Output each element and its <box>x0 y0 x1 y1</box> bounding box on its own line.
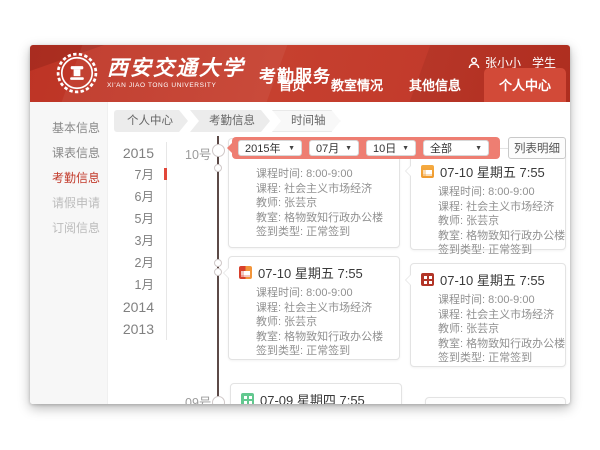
month-select-value: 07月 <box>316 140 339 156</box>
attendance-card-4: 07-10 星期五 7:55 课程时间: 8:00-9:00 课程: 社会主义市… <box>410 263 566 367</box>
card-row-course-time: 课程时间: 8:00-9:00 <box>256 167 391 182</box>
attendance-app-window: 西安交通大学 XI'AN JIAO TONG UNIVERSITY 考勤服务 张… <box>30 45 570 404</box>
card-row-course: 课程: 社会主义市场经济 <box>438 308 557 323</box>
breadcrumb: 个人中心 考勤信息 时间轴 <box>114 110 343 132</box>
card-row-teacher: 教师: 张芸京 <box>256 315 391 330</box>
person-icon <box>468 57 480 69</box>
timeline-node <box>212 396 225 404</box>
day-select[interactable]: 10日 ▼ <box>366 140 416 156</box>
card-body: 课程时间: 8:00-9:00 课程: 社会主义市场经济 教师: 张芸京 教室:… <box>411 183 565 265</box>
card-body: 课程时间: 8:00-9:00 课程: 社会主义市场经济 教师: 张芸京 教室:… <box>411 291 565 373</box>
timeline-day-label-10: 10号 <box>185 144 211 163</box>
chevron-down-icon: ▼ <box>345 145 352 152</box>
card-row-signin-type: 签到类型: 正常签到 <box>438 351 557 366</box>
month-label-7[interactable]: 7月 <box>58 164 166 186</box>
chevron-down-icon: ▼ <box>288 145 295 152</box>
chevron-down-icon: ▼ <box>402 145 409 152</box>
seal-red-icon <box>421 273 434 286</box>
card-row-course-time: 课程时间: 8:00-9:00 <box>256 286 391 301</box>
content-area: 基本信息 课表信息 考勤信息 请假申请 订阅信息 个人中心 考勤信息 时间轴 2… <box>30 102 570 404</box>
card-date: 07-10 星期五 7:55 <box>440 270 545 289</box>
card-arrow <box>405 274 411 286</box>
month-label-3[interactable]: 3月 <box>58 230 166 252</box>
card-date: 07-10 星期五 7:55 <box>440 162 545 181</box>
card-row-signin-type: 签到类型: 正常签到 <box>438 243 557 258</box>
selected-month-marker <box>164 168 167 180</box>
card-row-signin-type: 签到类型: 正常签到 <box>256 344 391 359</box>
university-emblem-icon <box>56 52 98 94</box>
university-name: 西安交通大学 XI'AN JIAO TONG UNIVERSITY <box>107 57 245 89</box>
card-row-signin-type: 签到类型: 正常签到 <box>256 225 391 240</box>
year-select[interactable]: 2015年 ▼ <box>238 140 302 156</box>
year-select-value: 2015年 <box>245 140 280 156</box>
university-name-en: XI'AN JIAO TONG UNIVERSITY <box>107 82 245 89</box>
nav-other-info[interactable]: 其他信息 <box>396 75 474 102</box>
month-label-1[interactable]: 1月 <box>58 274 166 296</box>
card-date: 07-10 星期五 7:55 <box>258 263 363 282</box>
card-row-classroom: 教室: 格物致知行政办公楼 <box>438 337 557 352</box>
card-row-teacher: 教师: 张芸京 <box>438 322 557 337</box>
nav-home[interactable]: 首页 <box>266 75 318 102</box>
card-row-teacher: 教师: 张芸京 <box>438 214 557 229</box>
card-row-classroom: 教室: 格物致知行政办公楼 <box>438 229 557 244</box>
attendance-card-2: 07-10 星期五 7:55 课程时间: 8:00-9:00 课程: 社会主义市… <box>410 148 566 250</box>
card-row-course-time: 课程时间: 8:00-9:00 <box>438 293 557 308</box>
month-select[interactable]: 07月 ▼ <box>309 140 359 156</box>
category-select[interactable]: 全部 ▼ <box>423 140 489 156</box>
timeline-node <box>214 259 222 267</box>
timeline-node <box>212 144 225 157</box>
card-row-course: 课程: 社会主义市场经济 <box>256 182 391 197</box>
card-arrow <box>405 165 411 177</box>
attendance-card-3: 07-10 星期五 7:55 课程时间: 8:00-9:00 课程: 社会主义市… <box>228 256 400 360</box>
filter-bar: 2015年 ▼ 07月 ▼ 10日 ▼ 全部 ▼ <box>232 137 500 159</box>
card-row-course: 课程: 社会主义市场经济 <box>438 200 557 215</box>
chevron-down-icon: ▼ <box>475 145 482 152</box>
card-row-course: 课程: 社会主义市场经济 <box>256 301 391 316</box>
card-row-classroom: 教室: 格物致知行政办公楼 <box>256 330 391 345</box>
calendar-orange-icon <box>421 165 434 178</box>
breadcrumb-personal-center[interactable]: 个人中心 <box>114 110 188 132</box>
timeline-day-label-09: 09号 <box>185 392 211 404</box>
card-header: 07-10 星期五 7:55 <box>229 257 399 284</box>
breadcrumb-attendance-info[interactable]: 考勤信息 <box>190 110 270 132</box>
year-label-2013[interactable]: 2013 <box>58 318 166 340</box>
calendar-green-icon <box>241 393 254 404</box>
year-month-list: 2015 7月 6月 5月 3月 2月 1月 2014 2013 <box>58 142 167 340</box>
card-row-teacher: 教师: 张芸京 <box>256 196 391 211</box>
year-label-2014[interactable]: 2014 <box>58 296 166 318</box>
card-header: 07-09 星期四 7:55 <box>231 384 401 404</box>
nav-personal-center[interactable]: 个人中心 <box>484 68 566 102</box>
university-name-cn: 西安交通大学 <box>107 57 245 81</box>
card-row-classroom: 教室: 格物致知行政办公楼 <box>256 211 391 226</box>
day-select-value: 10日 <box>373 140 396 156</box>
timeline-node <box>214 164 222 172</box>
card-arrow <box>223 267 229 279</box>
main-nav: 首页 教室情况 其他信息 个人中心 <box>266 68 566 102</box>
year-label-2015[interactable]: 2015 <box>58 142 166 164</box>
calendar-red-icon <box>239 266 252 279</box>
app-header: 西安交通大学 XI'AN JIAO TONG UNIVERSITY 考勤服务 张… <box>30 45 570 102</box>
list-detail-button[interactable]: 列表明细 <box>508 137 566 159</box>
nav-classroom-status[interactable]: 教室情况 <box>318 75 396 102</box>
breadcrumb-timeline[interactable]: 时间轴 <box>272 110 341 132</box>
card-row-course-time: 课程时间: 8:00-9:00 <box>438 185 557 200</box>
month-label-5[interactable]: 5月 <box>58 208 166 230</box>
month-label-6[interactable]: 6月 <box>58 186 166 208</box>
main-panel: 个人中心 考勤信息 时间轴 2015 7月 6月 5月 3月 2月 1月 201… <box>108 102 570 404</box>
partial-card <box>425 397 566 404</box>
sidebar-item-basic-info[interactable]: 基本信息 <box>30 116 107 141</box>
attendance-card-5: 07-09 星期四 7:55 <box>230 383 402 404</box>
card-header: 07-10 星期五 7:55 <box>411 264 565 291</box>
card-body: 课程时间: 8:00-9:00 课程: 社会主义市场经济 教师: 张芸京 教室:… <box>229 284 399 366</box>
page-background: 西安交通大学 XI'AN JIAO TONG UNIVERSITY 考勤服务 张… <box>0 0 600 450</box>
card-date: 07-09 星期四 7:55 <box>260 390 365 404</box>
month-label-2[interactable]: 2月 <box>58 252 166 274</box>
category-select-value: 全部 <box>430 140 452 156</box>
timeline-node <box>214 268 222 276</box>
